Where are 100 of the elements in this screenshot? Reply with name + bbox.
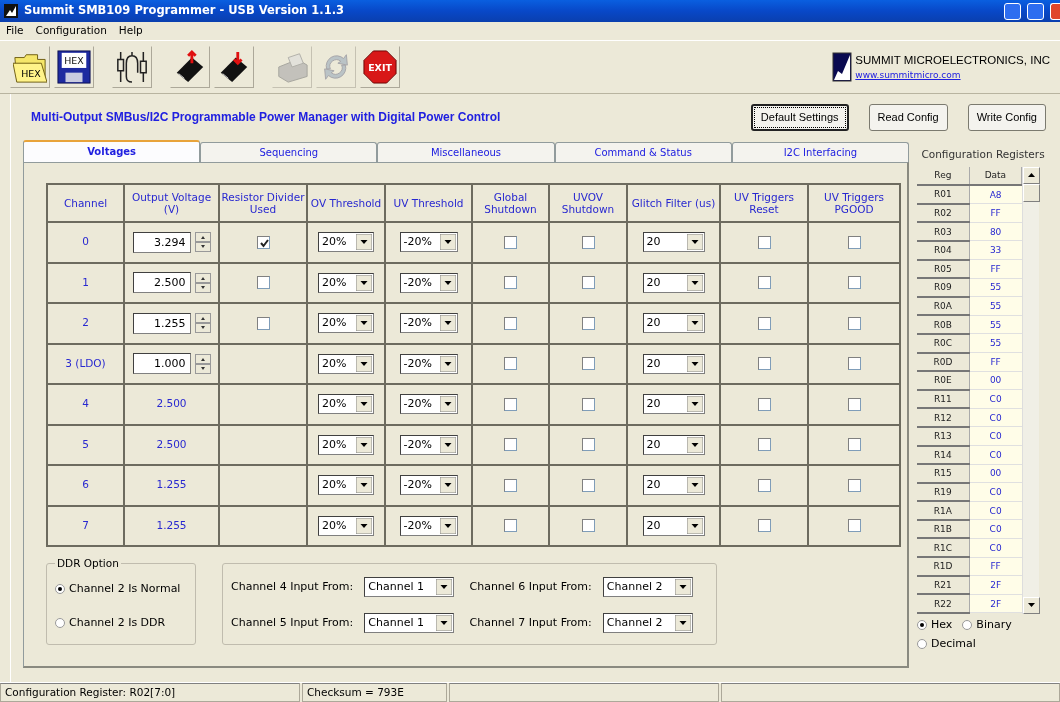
- radio-option[interactable]: Channel 2 Is Normal: [55, 572, 181, 606]
- dropdown[interactable]: -20%: [399, 394, 458, 415]
- checkbox[interactable]: [256, 235, 270, 249]
- checkbox[interactable]: [504, 438, 517, 452]
- checkbox[interactable]: [847, 357, 861, 371]
- radio-button[interactable]: [55, 618, 65, 628]
- radio-option[interactable]: Decimal: [917, 634, 976, 654]
- radio-option[interactable]: Hex: [917, 615, 953, 635]
- checkbox[interactable]: [757, 276, 771, 290]
- radio-option[interactable]: Binary: [962, 615, 1012, 635]
- radio-button[interactable]: [962, 620, 973, 631]
- dropdown[interactable]: 20%: [318, 272, 374, 293]
- dropdown[interactable]: -20%: [399, 232, 458, 253]
- number-field[interactable]: 3.294: [132, 231, 191, 253]
- checkbox[interactable]: [581, 438, 595, 452]
- spinner-arrows-icon[interactable]: [194, 353, 211, 374]
- close-button[interactable]: [1050, 2, 1060, 20]
- checkbox[interactable]: [581, 397, 595, 411]
- dropdown[interactable]: 20: [642, 394, 705, 415]
- dropdown[interactable]: 20: [642, 353, 705, 374]
- checkbox[interactable]: [581, 519, 595, 533]
- radio-button[interactable]: [917, 620, 927, 631]
- checkbox[interactable]: [757, 316, 771, 330]
- dropdown[interactable]: Channel 1: [364, 612, 455, 633]
- dropdown[interactable]: 20%: [318, 515, 374, 536]
- checkbox[interactable]: [757, 397, 771, 411]
- radio-option[interactable]: Channel 2 Is DDR: [55, 606, 166, 640]
- menu-item[interactable]: File: [6, 23, 24, 39]
- dropdown[interactable]: -20%: [399, 475, 458, 496]
- checkbox[interactable]: [757, 519, 771, 533]
- dropdown[interactable]: Channel 2: [602, 577, 693, 598]
- dropdown[interactable]: 20: [642, 515, 705, 536]
- radio-button[interactable]: [917, 639, 927, 650]
- dropdown[interactable]: 20%: [318, 434, 374, 455]
- number-field[interactable]: 1.255: [132, 312, 191, 334]
- write-config-button[interactable]: Write Config: [967, 103, 1046, 131]
- checkbox[interactable]: [847, 276, 861, 290]
- checkbox[interactable]: [504, 316, 517, 330]
- tab[interactable]: Command & Status: [554, 142, 732, 162]
- checkbox[interactable]: [581, 357, 595, 371]
- checkbox[interactable]: [581, 276, 595, 290]
- dropdown[interactable]: 20%: [318, 394, 374, 415]
- dropdown[interactable]: 20%: [318, 475, 374, 496]
- checkbox[interactable]: [256, 316, 270, 330]
- number-field[interactable]: 2.500: [132, 272, 191, 294]
- dropdown[interactable]: 20: [642, 272, 705, 293]
- dropdown[interactable]: Channel 1: [364, 577, 455, 598]
- checkbox[interactable]: [504, 276, 517, 290]
- checkbox[interactable]: [847, 397, 861, 411]
- dropdown[interactable]: 20: [642, 434, 705, 455]
- checkbox[interactable]: [847, 519, 861, 533]
- checkbox[interactable]: [504, 478, 517, 492]
- checkbox[interactable]: [757, 235, 771, 249]
- scroll-down-icon[interactable]: [1027, 601, 1036, 610]
- dropdown[interactable]: 20%: [318, 353, 374, 374]
- dropdown[interactable]: -20%: [399, 515, 458, 536]
- dropdown[interactable]: -20%: [399, 353, 458, 374]
- tab[interactable]: Voltages: [23, 140, 201, 162]
- dropdown[interactable]: 20%: [318, 313, 374, 334]
- dropdown[interactable]: 20: [642, 232, 705, 253]
- checkbox[interactable]: [581, 316, 595, 330]
- checkbox[interactable]: [504, 357, 517, 371]
- number-field[interactable]: 1.000: [132, 353, 191, 375]
- checkbox[interactable]: [847, 316, 861, 330]
- tab[interactable]: Miscellaneous: [377, 142, 555, 162]
- dropdown[interactable]: -20%: [399, 313, 458, 334]
- dropdown[interactable]: -20%: [399, 272, 458, 293]
- checkbox[interactable]: [504, 397, 517, 411]
- maximize-button[interactable]: [1027, 2, 1044, 20]
- tab[interactable]: I2C Interfacing: [731, 142, 909, 162]
- read-config-button[interactable]: Read Config: [868, 103, 948, 131]
- dropdown-arrow-icon: [686, 234, 703, 251]
- tab[interactable]: Sequencing: [200, 142, 378, 162]
- checkbox[interactable]: [504, 235, 517, 249]
- dropdown[interactable]: 20: [642, 475, 705, 496]
- website-link[interactable]: www.summitmicro.com: [855, 68, 1050, 83]
- checkbox[interactable]: [847, 235, 861, 249]
- dropdown[interactable]: -20%: [399, 434, 458, 455]
- dropdown[interactable]: 20%: [318, 232, 374, 253]
- checkbox[interactable]: [256, 276, 270, 290]
- menu-item[interactable]: Help: [118, 23, 143, 39]
- checkbox[interactable]: [757, 438, 771, 452]
- default-settings-button[interactable]: Default Settings: [750, 103, 849, 131]
- checkbox[interactable]: [847, 478, 861, 492]
- checkbox[interactable]: [581, 478, 595, 492]
- checkbox[interactable]: [504, 519, 517, 533]
- spinner-arrows-icon[interactable]: [194, 232, 211, 253]
- dropdown[interactable]: Channel 2: [602, 612, 693, 633]
- checkbox[interactable]: [847, 438, 861, 452]
- radio-button[interactable]: [55, 584, 65, 594]
- scroll-up-icon[interactable]: [1027, 171, 1036, 180]
- checkbox[interactable]: [757, 357, 771, 371]
- dropdown[interactable]: 20: [642, 313, 705, 334]
- spinner-arrows-icon[interactable]: [194, 313, 211, 334]
- checkbox[interactable]: [757, 478, 771, 492]
- scrollbar[interactable]: [1022, 166, 1039, 614]
- spinner-arrows-icon[interactable]: [194, 272, 211, 293]
- checkbox[interactable]: [581, 235, 595, 249]
- menu-item[interactable]: Configuration: [35, 23, 107, 39]
- minimize-button[interactable]: [1004, 2, 1021, 20]
